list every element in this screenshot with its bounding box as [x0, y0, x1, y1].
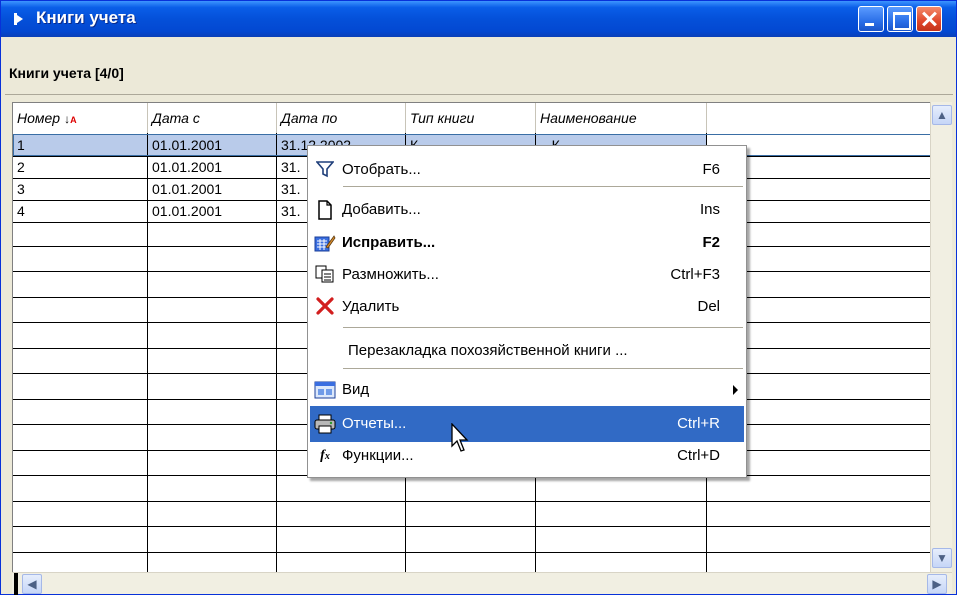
menu-item-delete[interactable]: Удалить Del: [310, 289, 744, 325]
menu-item-label: Вид: [342, 381, 370, 398]
column-header-book-type[interactable]: Тип книги: [406, 103, 536, 133]
window-title: Книги учета: [36, 8, 136, 27]
menu-item-add[interactable]: Добавить... Ins: [310, 192, 744, 228]
window-play-icon: [14, 13, 23, 25]
title-bar[interactable]: Книги учета: [1, 1, 956, 37]
menu-item-edit[interactable]: Исправить... F2: [310, 225, 744, 261]
maximize-button[interactable]: [887, 6, 913, 32]
sort-az-icon[interactable]: ↓A: [64, 112, 77, 126]
menu-item-duplicate[interactable]: Размножить... Ctrl+F3: [310, 257, 744, 293]
menu-separator: [343, 186, 743, 187]
menu-item-label: Перезакладка похозяйственной книги ...: [348, 342, 628, 359]
copy-icon: [314, 265, 336, 285]
menu-item-reports[interactable]: Отчеты... Ctrl+R: [310, 406, 744, 442]
scroll-right-button[interactable]: ▶: [927, 574, 947, 594]
table-cell[interactable]: 2: [13, 157, 147, 178]
menu-separator: [343, 368, 743, 369]
minimize-button[interactable]: [858, 6, 884, 32]
delete-x-icon: [314, 297, 336, 317]
menu-item-label: Размножить...: [342, 266, 439, 283]
submenu-arrow-icon: [733, 385, 738, 395]
column-header-date-from[interactable]: Дата с: [148, 103, 277, 133]
new-document-icon: [314, 200, 336, 220]
table-cell[interactable]: 01.01.2001: [148, 157, 276, 178]
menu-item-functions[interactable]: fx Функции... Ctrl+D: [310, 438, 744, 474]
filter-icon: [314, 160, 336, 180]
menu-item-shortcut: Ctrl+F3: [670, 266, 720, 283]
grid-divider: [13, 552, 930, 553]
printer-icon: [314, 414, 336, 434]
table-cell[interactable]: 4: [13, 201, 147, 222]
menu-item-view[interactable]: Вид: [310, 372, 744, 408]
context-menu: Отобрать... F6 Добавить... Ins Исправить…: [307, 145, 747, 478]
scroll-down-button[interactable]: ▼: [932, 548, 952, 568]
menu-item-shortcut: Ctrl+R: [677, 415, 720, 432]
menu-item-rebookmark[interactable]: Перезакладка похозяйственной книги ...: [310, 333, 744, 369]
mouse-cursor-icon: [451, 423, 469, 452]
menu-item-select[interactable]: Отобрать... F6: [310, 152, 744, 188]
grid-divider: [13, 526, 930, 527]
column-header-date-to[interactable]: Дата по: [277, 103, 406, 133]
column-header-label: Номер: [17, 110, 61, 126]
view-icon: [314, 380, 336, 400]
menu-item-shortcut: F2: [702, 234, 720, 251]
menu-item-label: Удалить: [342, 298, 400, 315]
table-cell[interactable]: 01.01.2001: [148, 201, 276, 222]
menu-item-shortcut: Ins: [699, 201, 720, 218]
vertical-scrollbar[interactable]: ▲ ▼: [930, 102, 952, 572]
edit-icon: [314, 233, 336, 253]
grid-divider: [13, 501, 930, 502]
menu-item-label: Исправить...: [342, 234, 436, 251]
table-cell[interactable]: 3: [13, 179, 147, 200]
menu-item-shortcut: F6: [702, 161, 720, 178]
scroll-up-button[interactable]: ▲: [932, 105, 952, 125]
menu-item-shortcut: Del: [697, 298, 720, 315]
scroll-position-marker: [14, 573, 18, 595]
menu-item-label: Добавить...: [342, 201, 421, 218]
table-cell[interactable]: 01.01.2001: [148, 179, 276, 200]
menu-item-label: Функции...: [342, 447, 414, 464]
menu-item-shortcut: Ctrl+D: [677, 447, 720, 464]
function-icon: fx: [320, 448, 330, 463]
menu-separator: [343, 327, 743, 328]
scroll-left-button[interactable]: ◀: [22, 574, 42, 594]
horizontal-scrollbar[interactable]: ◀ ▶: [12, 572, 952, 595]
column-header-name[interactable]: Наименование: [536, 103, 707, 133]
close-button[interactable]: [916, 6, 942, 32]
panel-title: Книги учета [4/0]: [9, 65, 124, 81]
column-header-number[interactable]: Номер ↓A: [13, 103, 148, 133]
panel-header: [5, 59, 953, 95]
menu-item-label: Отчеты...: [342, 415, 407, 432]
menu-item-label: Отобрать...: [342, 161, 421, 178]
